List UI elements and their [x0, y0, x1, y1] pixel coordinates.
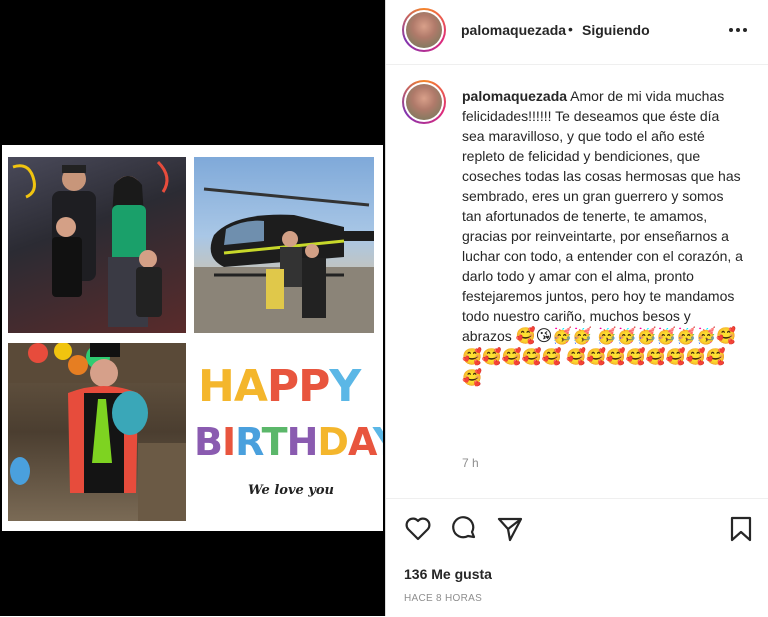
more-horizontal-icon[interactable]	[728, 20, 748, 45]
comment-icon[interactable]	[450, 515, 478, 548]
birthday-letter: Y	[373, 420, 383, 464]
happy-birthday-graphic: HAPPY BIRTHDAY We love you	[194, 355, 383, 525]
avatar[interactable]	[402, 8, 446, 52]
caption-text: Amor de mi vida muchas felicidades!!!!!!…	[462, 88, 743, 344]
birthday-letter: B	[194, 420, 223, 464]
birthday-letter: A	[347, 420, 374, 464]
bookmark-icon[interactable]	[728, 515, 754, 548]
caption-username[interactable]: palomaquezada	[462, 88, 567, 104]
separator: •	[568, 21, 573, 37]
birthday-collage: HAPPY BIRTHDAY We love you	[2, 145, 383, 531]
happy-letter: P	[266, 361, 299, 412]
happy-letter: A	[233, 361, 268, 412]
comment-time[interactable]: 7 h	[462, 456, 479, 470]
happy-letter: P	[298, 361, 330, 412]
birthday-letter: H	[286, 420, 319, 464]
media-panel: HAPPY BIRTHDAY We love you	[0, 0, 385, 616]
post-header: palomaquezada • Siguiendo	[386, 0, 768, 65]
birthday-letter: R	[235, 420, 263, 464]
birthday-text: BIRTHDAY	[194, 423, 383, 461]
birthday-letter: I	[221, 420, 236, 464]
post-panel: palomaquezada • Siguiendo palomaquezada …	[385, 0, 768, 616]
caption-avatar[interactable]	[402, 80, 446, 124]
post-timestamp[interactable]: HACE 8 HORAS	[404, 593, 482, 604]
happy-letter: H	[198, 361, 235, 412]
following-button[interactable]: Siguiendo	[582, 22, 650, 38]
helicopter-photo	[194, 157, 374, 333]
family-photo	[8, 157, 186, 333]
birthday-letter: D	[317, 420, 349, 464]
likes-count[interactable]: 136 Me gusta	[404, 566, 492, 582]
clown-photo	[8, 343, 186, 521]
tagline: We love you	[248, 483, 334, 498]
share-icon[interactable]	[496, 515, 524, 548]
caption: palomaquezada Amor de mi vida muchas fel…	[462, 86, 744, 389]
header-username[interactable]: palomaquezada	[461, 22, 566, 38]
happy-letter: Y	[329, 361, 361, 412]
heart-icon[interactable]	[404, 515, 432, 548]
happy-text: HAPPY	[198, 365, 361, 409]
birthday-letter: T	[261, 420, 288, 464]
